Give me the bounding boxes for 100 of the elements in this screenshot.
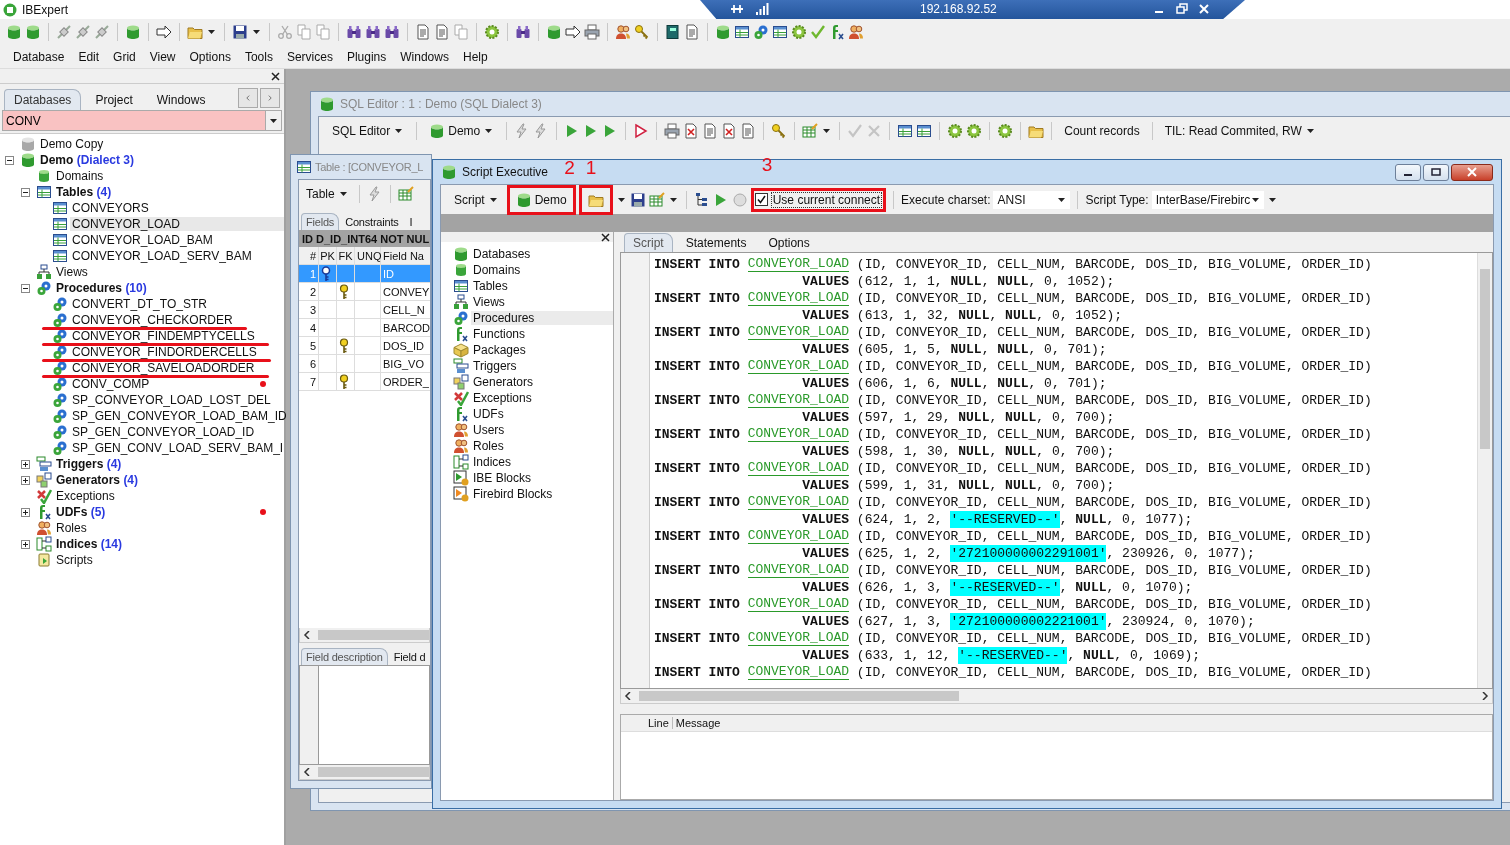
pin-icon[interactable] <box>730 2 744 16</box>
caret-icon[interactable] <box>669 197 677 202</box>
table-name-link[interactable]: CONVEYOR_LOAD <box>747 494 850 510</box>
tree-icon[interactable] <box>693 191 710 208</box>
table-name-link[interactable]: CONVEYOR_LOAD <box>747 426 850 442</box>
table-icon[interactable] <box>734 24 750 40</box>
tree-item[interactable]: CONVEYOR_FINDEMPTYCELLS <box>70 329 257 343</box>
document-icon[interactable] <box>415 24 431 40</box>
tree-item[interactable]: UDFs (5) <box>54 505 108 519</box>
tab[interactable]: Script <box>624 233 673 252</box>
object-type-item[interactable]: Functions <box>471 327 528 341</box>
tab[interactable]: Databases <box>4 89 82 110</box>
caret-icon[interactable] <box>253 30 260 34</box>
expand-icon[interactable] <box>21 539 30 549</box>
collapse-icon[interactable] <box>21 187 30 197</box>
scrollbar-thumb[interactable] <box>318 630 429 640</box>
maximize-button[interactable] <box>1423 163 1449 181</box>
tree-item[interactable]: Exceptions <box>54 489 117 503</box>
users-icon[interactable] <box>848 24 864 40</box>
tree-item[interactable]: Generators (4) <box>54 473 141 487</box>
tree-item[interactable]: SP_CONVEYOR_LOAD_LOST_DEL <box>70 393 273 407</box>
column-header[interactable]: Field Na <box>381 247 430 264</box>
menu-item[interactable]: Grid <box>106 47 143 66</box>
object-type-item[interactable]: Views <box>471 295 507 309</box>
folder-icon[interactable] <box>187 24 203 40</box>
close-button[interactable] <box>1451 163 1493 181</box>
close-icon[interactable] <box>271 71 280 81</box>
table-icon[interactable] <box>897 123 914 139</box>
caret-icon[interactable] <box>1306 129 1314 133</box>
expand-icon[interactable] <box>21 459 30 469</box>
document-icon[interactable] <box>702 123 719 139</box>
tree-item[interactable]: Procedures (10) <box>54 281 149 295</box>
object-type-item[interactable]: Procedures <box>471 311 613 325</box>
check-mark-icon[interactable] <box>847 123 864 139</box>
table-name-link[interactable]: CONVEYOR_LOAD <box>747 324 850 340</box>
column-header[interactable]: Line <box>645 717 673 729</box>
expand-icon[interactable] <box>21 475 30 485</box>
document-icon[interactable] <box>740 123 757 139</box>
tree-item[interactable]: CONVERT_DT_TO_STR <box>70 297 209 311</box>
table-icon[interactable] <box>772 24 788 40</box>
script-type-dropdown[interactable]: InterBase/Firebirc <box>1151 190 1265 209</box>
tree-item[interactable]: CONVEYOR_CHECKORDER <box>70 313 235 327</box>
gears-icon[interactable] <box>753 24 769 40</box>
restore-icon[interactable] <box>1175 2 1189 16</box>
tree-item[interactable]: Indices (14) <box>54 537 125 551</box>
object-type-item[interactable]: IBE Blocks <box>471 471 534 485</box>
tree-item[interactable]: CONVEYOR_LOAD_SERV_BAM <box>70 249 254 263</box>
arrow-icon[interactable] <box>156 24 172 40</box>
caret-icon[interactable] <box>617 197 625 202</box>
arrow-icon[interactable] <box>565 24 581 40</box>
object-type-item[interactable]: Roles <box>471 439 506 453</box>
tree-item[interactable]: Triggers (4) <box>54 457 124 471</box>
table-name-link[interactable]: CONVEYOR_LOAD <box>747 392 850 408</box>
tab[interactable]: Options <box>759 233 819 252</box>
tree-item[interactable]: CONV_COMP <box>70 377 152 391</box>
object-type-item[interactable]: Domains <box>471 263 523 277</box>
scroll-left-icon[interactable] <box>303 768 311 776</box>
object-type-item[interactable]: UDFs <box>471 407 506 421</box>
column-header[interactable]: # <box>299 247 319 264</box>
caret-icon[interactable] <box>395 129 403 133</box>
menu-item[interactable]: Edit <box>71 47 107 66</box>
forward-icon[interactable] <box>267 93 273 103</box>
maximize-icon[interactable] <box>1431 167 1441 177</box>
caret-icon[interactable] <box>489 197 497 202</box>
table-name-link[interactable]: CONVEYOR_LOAD <box>747 460 850 476</box>
close-icon[interactable] <box>601 232 610 242</box>
back-icon[interactable] <box>245 93 251 103</box>
table-name-link[interactable]: CONVEYOR_LOAD <box>747 664 850 680</box>
column-header[interactable]: Message <box>672 717 724 729</box>
table-icon[interactable] <box>916 123 933 139</box>
folder-icon[interactable] <box>1028 123 1045 139</box>
key-icon[interactable] <box>771 123 788 139</box>
document-icon[interactable] <box>683 123 700 139</box>
checkbox-label[interactable]: Use current connect <box>770 191 883 208</box>
menu-button[interactable]: Script <box>449 189 504 210</box>
scroll-right-icon[interactable] <box>1481 692 1489 700</box>
tree-item[interactable]: Demo (Dialect 3) <box>38 153 137 167</box>
book-icon[interactable] <box>665 24 681 40</box>
printer-icon[interactable] <box>584 24 600 40</box>
menu-button[interactable]: SQL Editor <box>327 121 410 141</box>
document-icon[interactable] <box>721 123 738 139</box>
tab[interactable]: Statements <box>676 233 756 252</box>
tree-item[interactable]: CONVEYOR_LOAD_BAM <box>70 233 215 247</box>
menu-item[interactable]: Tools <box>237 47 280 66</box>
scrollbar-thumb[interactable] <box>1480 269 1490 449</box>
caret-icon[interactable] <box>1058 197 1066 202</box>
menu-item[interactable]: Services <box>279 47 340 66</box>
tree-item[interactable]: CONVEYORS <box>70 201 151 215</box>
tree-item[interactable]: Tables (4) <box>54 185 114 199</box>
grid-pencil-icon[interactable] <box>397 186 414 202</box>
menu-item[interactable]: Windows <box>393 47 456 66</box>
document-icon[interactable] <box>684 24 700 40</box>
object-type-item[interactable]: Users <box>471 423 507 437</box>
table-name-link[interactable]: CONVEYOR_LOAD <box>747 256 850 272</box>
binoculars-icon[interactable] <box>346 24 362 40</box>
transaction-button[interactable]: TIL: Read Commited, RW <box>1159 121 1321 141</box>
object-type-item[interactable]: Tables <box>471 279 510 293</box>
gear-icon[interactable] <box>484 24 500 40</box>
database-icon[interactable] <box>6 24 22 40</box>
column-header[interactable]: PK <box>319 247 337 264</box>
